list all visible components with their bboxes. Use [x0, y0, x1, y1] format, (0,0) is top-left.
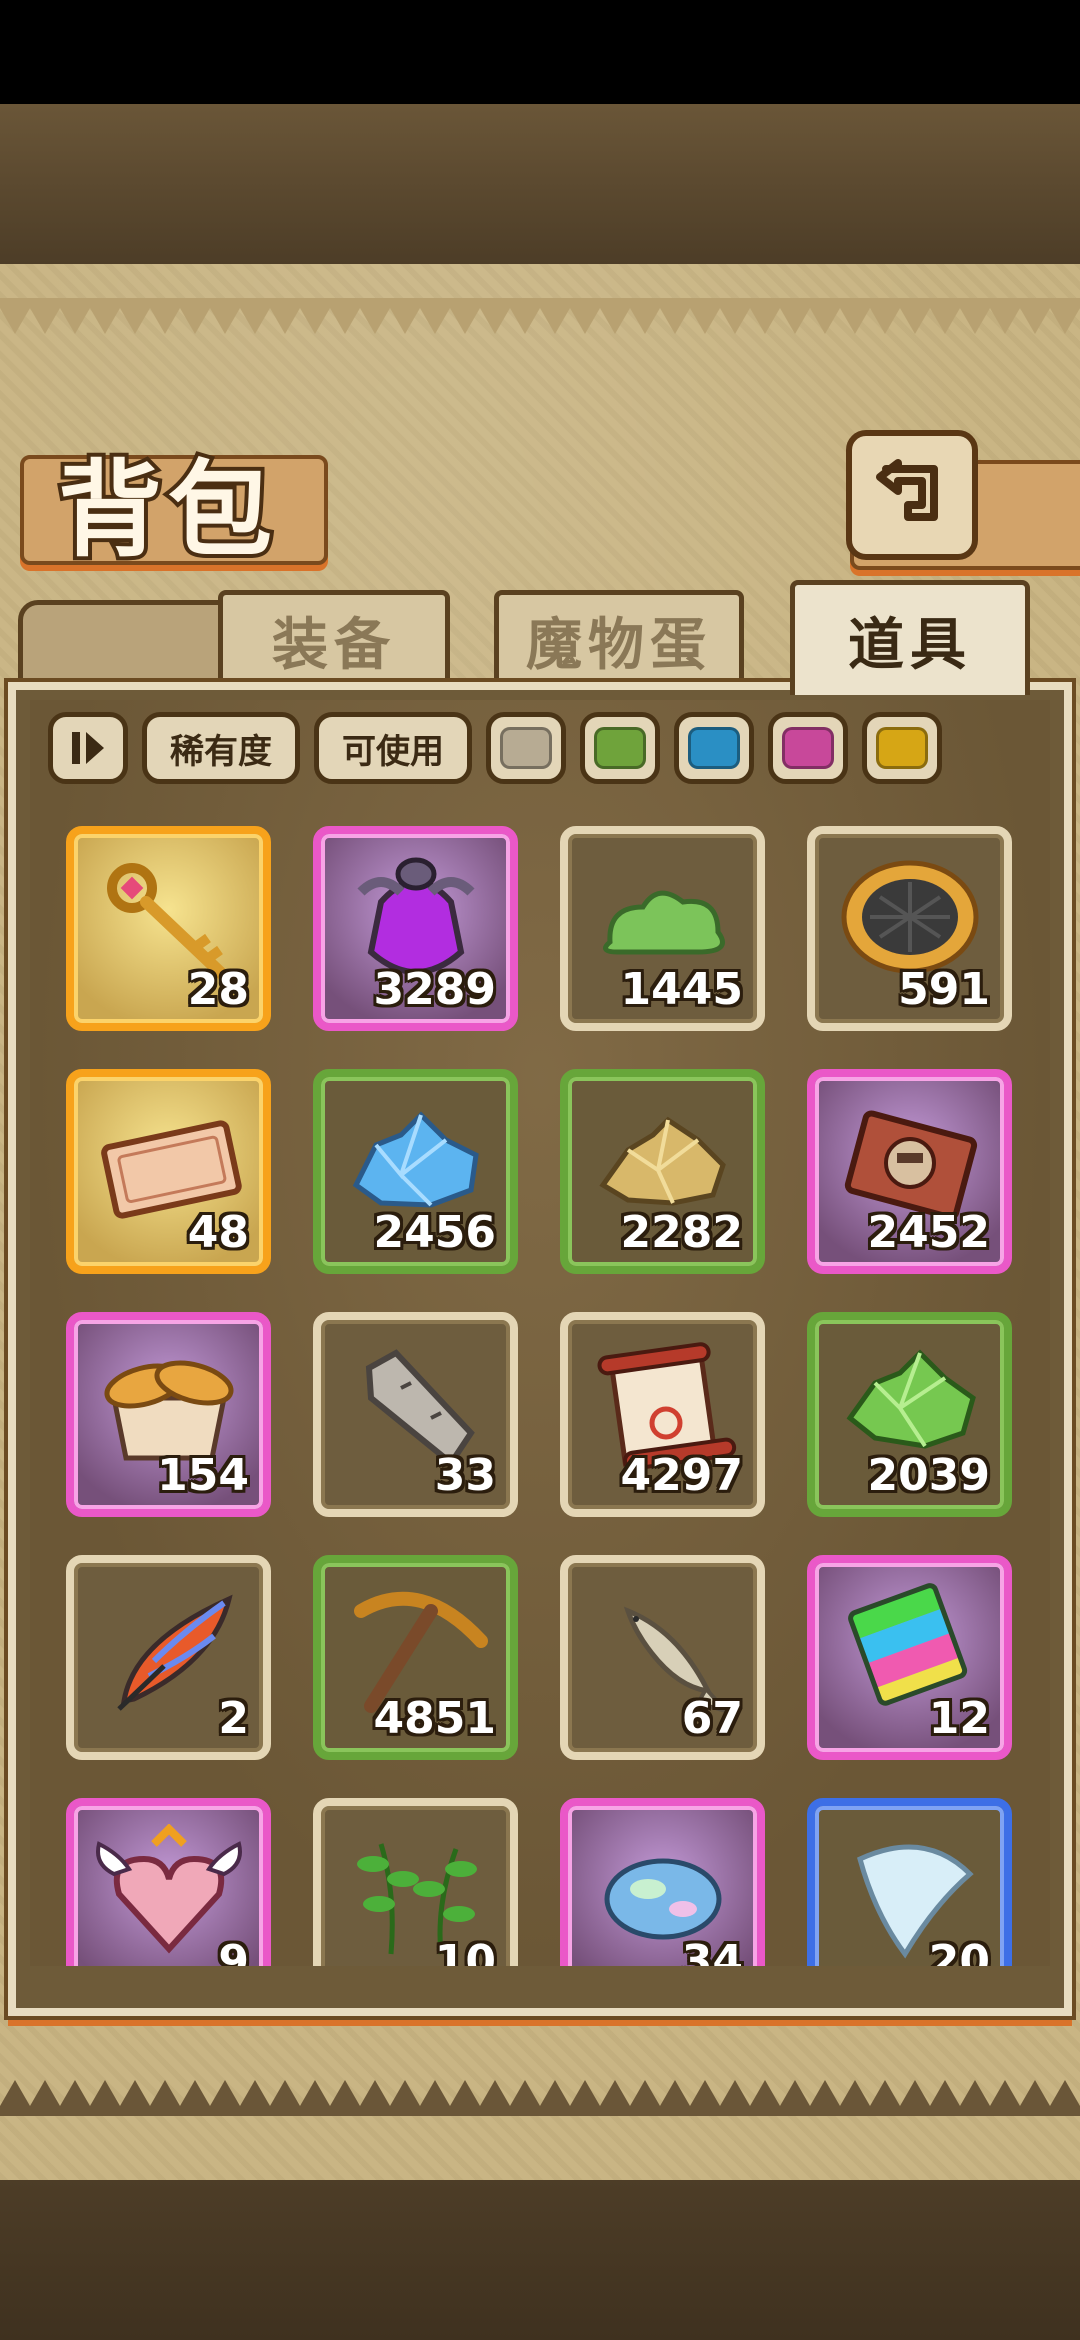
item-slot[interactable]: 591 — [807, 826, 1012, 1031]
filter-bar: 稀有度 可使用 — [48, 712, 942, 788]
item-slot[interactable]: 4297 — [560, 1312, 765, 1517]
item-count: 2456 — [373, 1207, 496, 1258]
item-count: 33 — [434, 1450, 496, 1501]
item-count: 67 — [681, 1693, 743, 1744]
item-count: 2 — [218, 1693, 249, 1744]
zigzag-border-bottom — [0, 2080, 1080, 2116]
item-count: 2452 — [867, 1207, 990, 1258]
rarity-swatch — [500, 727, 552, 769]
tab-left-edge — [18, 600, 228, 695]
tab-equipment[interactable]: 装备 — [218, 590, 450, 685]
rarity-swatch — [594, 727, 646, 769]
item-count: 4851 — [373, 1693, 496, 1744]
page-title: 背包 — [54, 444, 279, 575]
back-button[interactable] — [846, 430, 978, 560]
map-top-strip — [0, 104, 1080, 264]
item-slot[interactable]: 2456 — [313, 1069, 518, 1274]
map-bottom-strip — [0, 2180, 1080, 2340]
item-count: 1445 — [620, 964, 743, 1015]
item-count: 154 — [157, 1450, 249, 1501]
sort-toggle-button[interactable] — [48, 712, 128, 784]
item-slot[interactable]: 67 — [560, 1555, 765, 1760]
item-slot[interactable]: 9 — [66, 1798, 271, 1966]
item-count: 9 — [218, 1936, 249, 1966]
item-count: 34 — [681, 1936, 743, 1966]
item-count: 4297 — [620, 1450, 743, 1501]
item-count: 591 — [898, 964, 990, 1015]
back-arrow-icon — [876, 459, 938, 521]
zigzag-border-top — [0, 298, 1080, 334]
filter-epic[interactable] — [768, 712, 848, 784]
item-count: 2039 — [867, 1450, 990, 1501]
rarity-swatch — [688, 727, 740, 769]
filter-uncommon[interactable] — [580, 712, 660, 784]
item-count: 28 — [187, 964, 249, 1015]
filter-legendary[interactable] — [862, 712, 942, 784]
status-bar — [0, 0, 1080, 104]
rarity-swatch — [876, 727, 928, 769]
item-slot[interactable]: 12 — [807, 1555, 1012, 1760]
item-count: 20 — [928, 1936, 990, 1966]
item-grid: 28 3289 1445 591 48 2456 2282 2452 154 3… — [66, 826, 1016, 1966]
item-slot[interactable]: 34 — [560, 1798, 765, 1966]
item-count: 48 — [187, 1207, 249, 1258]
item-count: 3289 — [373, 964, 496, 1015]
item-slot[interactable]: 48 — [66, 1069, 271, 1274]
sort-toggle-icon — [72, 732, 104, 764]
item-slot[interactable]: 154 — [66, 1312, 271, 1517]
item-slot[interactable]: 2282 — [560, 1069, 765, 1274]
item-slot[interactable]: 28 — [66, 826, 271, 1031]
item-count: 12 — [928, 1693, 990, 1744]
item-slot[interactable]: 33 — [313, 1312, 518, 1517]
item-count: 10 — [434, 1936, 496, 1966]
item-slot[interactable]: 3289 — [313, 826, 518, 1031]
item-count: 2282 — [620, 1207, 743, 1258]
tab-monster-eggs[interactable]: 魔物蛋 — [494, 590, 744, 685]
filter-common[interactable] — [486, 712, 566, 784]
item-slot[interactable]: 2 — [66, 1555, 271, 1760]
item-slot[interactable]: 2039 — [807, 1312, 1012, 1517]
item-slot[interactable]: 4851 — [313, 1555, 518, 1760]
item-slot[interactable]: 20 — [807, 1798, 1012, 1966]
item-slot[interactable]: 10 — [313, 1798, 518, 1966]
tab-items[interactable]: 道具 — [790, 580, 1030, 695]
item-grid-viewport[interactable]: 28 3289 1445 591 48 2456 2282 2452 154 3… — [30, 790, 1050, 1966]
rarity-sort-button[interactable]: 稀有度 — [142, 712, 300, 784]
rarity-swatch — [782, 727, 834, 769]
filter-rare[interactable] — [674, 712, 754, 784]
usable-filter-button[interactable]: 可使用 — [314, 712, 472, 784]
item-slot[interactable]: 2452 — [807, 1069, 1012, 1274]
item-slot[interactable]: 1445 — [560, 826, 765, 1031]
